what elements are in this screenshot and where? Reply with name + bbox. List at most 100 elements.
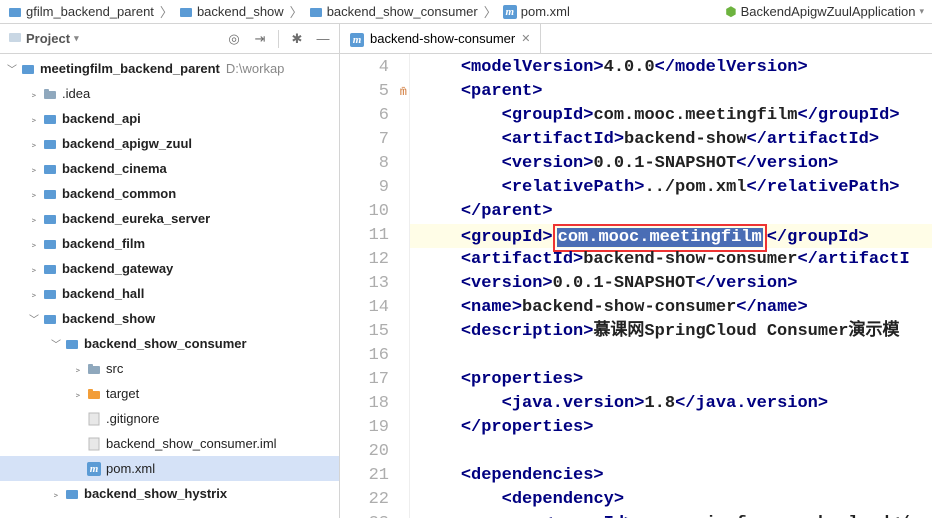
- code-line[interactable]: <parent>: [410, 80, 932, 104]
- tree-label: backend_common: [62, 186, 176, 201]
- code-line[interactable]: </properties>: [410, 416, 932, 440]
- expander-icon[interactable]: ﹥: [48, 486, 64, 501]
- code-line[interactable]: <dependencies>: [410, 464, 932, 488]
- line-number[interactable]: 16: [340, 344, 409, 368]
- tree-item[interactable]: .gitignore: [0, 406, 339, 431]
- editor-tabs: m backend-show-consumer ✕: [340, 24, 932, 54]
- select-opened-file-icon[interactable]: ◎: [226, 31, 242, 47]
- tree-item[interactable]: ﹥backend_apigw_zuul: [0, 131, 339, 156]
- tree-item[interactable]: ﹀backend_show_consumer: [0, 331, 339, 356]
- run-configuration[interactable]: ⬢ BackendApigwZuulApplication ▾: [725, 4, 924, 20]
- project-view-combo[interactable]: Project ▾: [8, 30, 79, 47]
- code-editor[interactable]: 45m̄67891011121314151617181920212223 <mo…: [340, 54, 932, 518]
- expander-icon[interactable]: ﹥: [26, 261, 42, 276]
- collapse-all-icon[interactable]: ⇥: [252, 31, 268, 47]
- expander-icon[interactable]: ﹥: [26, 111, 42, 126]
- code-line[interactable]: <java.version>1.8</java.version>: [410, 392, 932, 416]
- breadcrumb-item[interactable]: backend_show_consumer: [309, 4, 478, 19]
- tree-item[interactable]: ﹥backend_show_hystrix: [0, 481, 339, 506]
- tree-item[interactable]: ﹥target: [0, 381, 339, 406]
- code-line[interactable]: <dependency>: [410, 488, 932, 512]
- tree-label: backend_gateway: [62, 261, 173, 276]
- line-number[interactable]: 17: [340, 368, 409, 392]
- tree-item[interactable]: ﹥ backend_common: [0, 181, 339, 206]
- expander-icon[interactable]: ﹥: [26, 186, 42, 201]
- code-line[interactable]: <groupId>org.springframework.cloud</: [410, 512, 932, 518]
- tree-item[interactable]: ﹥.idea: [0, 81, 339, 106]
- tree-item[interactable]: ﹥backend_hall: [0, 281, 339, 306]
- line-number[interactable]: 11: [340, 224, 409, 248]
- line-number[interactable]: 12: [340, 248, 409, 272]
- expander-icon[interactable]: ﹀: [26, 311, 42, 326]
- line-number[interactable]: 8: [340, 152, 409, 176]
- tree-label: backend_api: [62, 111, 141, 126]
- tree-item[interactable]: ﹥ backend_api: [0, 106, 339, 131]
- tree-item[interactable]: ﹀backend_show: [0, 306, 339, 331]
- line-number[interactable]: 5m̄: [340, 80, 409, 104]
- expander-icon[interactable]: ﹀: [48, 336, 64, 351]
- expander-icon[interactable]: ﹀: [4, 61, 20, 76]
- code-line[interactable]: </parent>: [410, 200, 932, 224]
- module-icon: [42, 186, 58, 202]
- code-content[interactable]: <modelVersion>4.0.0</modelVersion> <pare…: [410, 54, 932, 518]
- line-number[interactable]: 20: [340, 440, 409, 464]
- code-line[interactable]: <groupId>com.mooc.meetingfilm</groupId>: [410, 104, 932, 128]
- gutter[interactable]: 45m̄67891011121314151617181920212223: [340, 54, 410, 518]
- code-line[interactable]: <relativePath>../pom.xml</relativePath>: [410, 176, 932, 200]
- expander-icon[interactable]: ﹥: [26, 136, 42, 151]
- code-line[interactable]: <description>慕课网SpringCloud Consumer演示模: [410, 320, 932, 344]
- line-number[interactable]: 10: [340, 200, 409, 224]
- line-number[interactable]: 21: [340, 464, 409, 488]
- line-number[interactable]: 14: [340, 296, 409, 320]
- code-line[interactable]: <groupId>com.mooc.meetingfilm</groupId>: [410, 224, 932, 248]
- module-icon: [64, 486, 80, 502]
- expander-icon[interactable]: ﹥: [26, 236, 42, 251]
- settings-icon[interactable]: ✱: [289, 31, 305, 47]
- code-line[interactable]: <version>0.0.1-SNAPSHOT</version>: [410, 152, 932, 176]
- code-line[interactable]: <name>backend-show-consumer</name>: [410, 296, 932, 320]
- tree-item[interactable]: backend_show_consumer.iml: [0, 431, 339, 456]
- tree-item[interactable]: ﹥backend_film: [0, 231, 339, 256]
- expander-icon[interactable]: ﹥: [70, 361, 86, 376]
- line-number[interactable]: 9: [340, 176, 409, 200]
- line-number[interactable]: 6: [340, 104, 409, 128]
- hide-icon[interactable]: —: [315, 31, 331, 47]
- line-number[interactable]: 13: [340, 272, 409, 296]
- line-number[interactable]: 18: [340, 392, 409, 416]
- expander-icon[interactable]: ﹥: [70, 386, 86, 401]
- tree-item[interactable]: ﹥ backend_gateway: [0, 256, 339, 281]
- tree-item[interactable]: ﹥src: [0, 356, 339, 381]
- module-icon: [309, 5, 323, 19]
- module-icon: [42, 136, 58, 152]
- line-number[interactable]: 15: [340, 320, 409, 344]
- gutter-marker-icon[interactable]: m̄: [400, 80, 407, 104]
- code-line[interactable]: <artifactId>backend-show-consumer</artif…: [410, 248, 932, 272]
- expander-icon[interactable]: ﹥: [26, 211, 42, 226]
- breadcrumb-item[interactable]: gfilm_backend_parent: [8, 4, 154, 19]
- breadcrumb-item[interactable]: backend_show: [179, 4, 284, 19]
- code-line[interactable]: <properties>: [410, 368, 932, 392]
- project-tree[interactable]: ﹀ meetingfilm_backend_parent D:\workap ﹥…: [0, 54, 339, 518]
- line-number[interactable]: 7: [340, 128, 409, 152]
- line-number[interactable]: 19: [340, 416, 409, 440]
- breadcrumb-item[interactable]: mpom.xml: [503, 4, 570, 19]
- code-line[interactable]: <artifactId>backend-show</artifactId>: [410, 128, 932, 152]
- tree-root[interactable]: ﹀ meetingfilm_backend_parent D:\workap: [0, 56, 339, 81]
- code-line[interactable]: <modelVersion>4.0.0</modelVersion>: [410, 56, 932, 80]
- tree-item[interactable]: ﹥ backend_cinema: [0, 156, 339, 181]
- expander-icon[interactable]: ﹥: [26, 86, 42, 101]
- line-number[interactable]: 22: [340, 488, 409, 512]
- line-number[interactable]: 23: [340, 512, 409, 518]
- tree-label: backend_cinema: [62, 161, 167, 176]
- module-icon: [42, 236, 58, 252]
- tree-item[interactable]: ﹥backend_eureka_server: [0, 206, 339, 231]
- code-line[interactable]: [410, 440, 932, 464]
- line-number[interactable]: 4: [340, 56, 409, 80]
- expander-icon[interactable]: ﹥: [26, 286, 42, 301]
- tree-item[interactable]: mpom.xml: [0, 456, 339, 481]
- code-line[interactable]: [410, 344, 932, 368]
- editor-tab[interactable]: m backend-show-consumer ✕: [340, 24, 541, 53]
- code-line[interactable]: <version>0.0.1-SNAPSHOT</version>: [410, 272, 932, 296]
- expander-icon[interactable]: ﹥: [26, 161, 42, 176]
- close-icon[interactable]: ✕: [521, 32, 530, 45]
